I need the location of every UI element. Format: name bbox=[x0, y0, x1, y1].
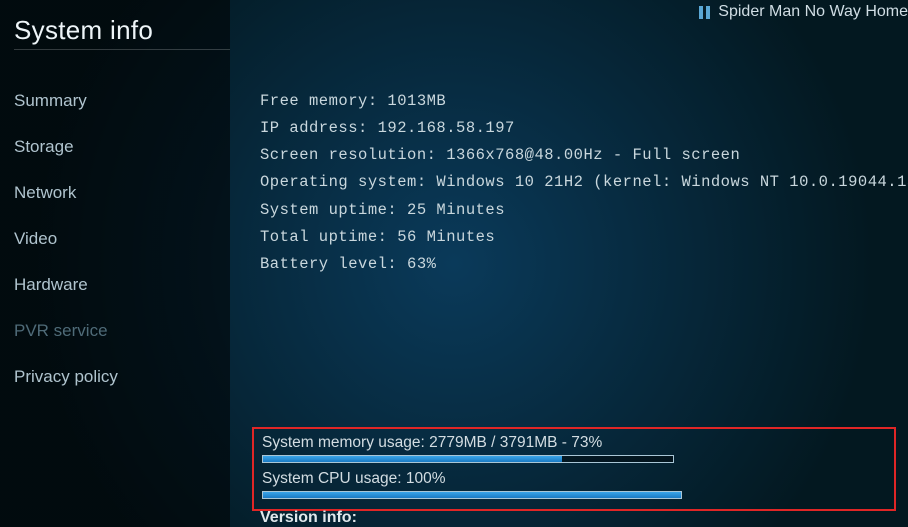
summary-info-panel: Free memory: 1013MB IP address: 192.168.… bbox=[260, 88, 900, 278]
now-playing-indicator: Spider Man No Way Home bbox=[699, 3, 908, 21]
sidebar-item-hardware[interactable]: Hardware bbox=[14, 262, 230, 308]
now-playing-title: Spider Man No Way Home bbox=[718, 3, 908, 21]
cpu-usage-label: System CPU usage: 100% bbox=[262, 470, 886, 488]
info-ip-address: IP address: 192.168.58.197 bbox=[260, 115, 900, 142]
pause-icon bbox=[699, 6, 710, 19]
sidebar-item-pvr[interactable]: PVR service bbox=[14, 308, 230, 354]
sidebar-nav: Summary Storage Network Video Hardware P… bbox=[14, 78, 230, 400]
sidebar-item-privacy[interactable]: Privacy policy bbox=[14, 354, 230, 400]
info-free-memory: Free memory: 1013MB bbox=[260, 88, 900, 115]
info-total-uptime: Total uptime: 56 Minutes bbox=[260, 224, 900, 251]
sidebar-item-network[interactable]: Network bbox=[14, 170, 230, 216]
cpu-usage-bar-fill bbox=[263, 492, 681, 498]
version-info-heading: Version info: bbox=[260, 509, 357, 527]
title-underline bbox=[14, 49, 230, 50]
info-screen-resolution: Screen resolution: 1366x768@48.00Hz - Fu… bbox=[260, 142, 900, 169]
info-battery-level: Battery level: 63% bbox=[260, 251, 900, 278]
page-title: System info bbox=[14, 15, 230, 46]
sidebar-item-storage[interactable]: Storage bbox=[14, 124, 230, 170]
sidebar: System info Summary Storage Network Vide… bbox=[0, 0, 230, 527]
info-operating-system: Operating system: Windows 10 21H2 (kerne… bbox=[260, 169, 900, 196]
sidebar-item-summary[interactable]: Summary bbox=[14, 78, 230, 124]
cpu-usage-bar bbox=[262, 491, 682, 499]
usage-highlight-box: System memory usage: 2779MB / 3791MB - 7… bbox=[252, 427, 896, 511]
memory-usage-bar bbox=[262, 455, 674, 463]
memory-usage-label: System memory usage: 2779MB / 3791MB - 7… bbox=[262, 434, 886, 452]
memory-usage-bar-fill bbox=[263, 456, 562, 462]
info-system-uptime: System uptime: 25 Minutes bbox=[260, 197, 900, 224]
sidebar-item-video[interactable]: Video bbox=[14, 216, 230, 262]
